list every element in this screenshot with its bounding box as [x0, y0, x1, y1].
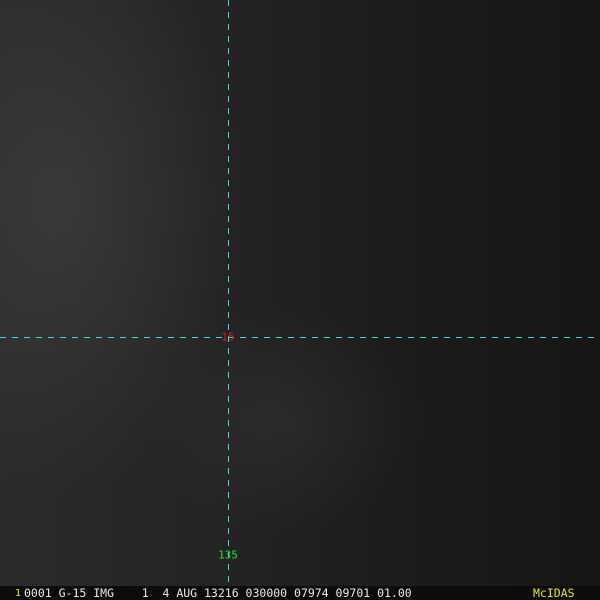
image-info: 0001 G-15 IMG 1 4 AUG 13216 030000 07974… [24, 586, 412, 600]
mcidas-logo: McIDAS [533, 586, 575, 600]
longitude-label: 135 [218, 548, 238, 562]
status-bar: 1 0001 G-15 IMG 1 4 AUG 13216 030000 079… [0, 586, 600, 600]
satellite-image-viewer[interactable]: 15 135 1 0001 G-15 IMG 1 4 AUG 13216 030… [0, 0, 600, 600]
frame-number: 1 [15, 588, 22, 599]
latitude-label: 15 [221, 330, 235, 344]
longitude-gridline [228, 0, 229, 585]
latitude-gridline [0, 337, 600, 338]
